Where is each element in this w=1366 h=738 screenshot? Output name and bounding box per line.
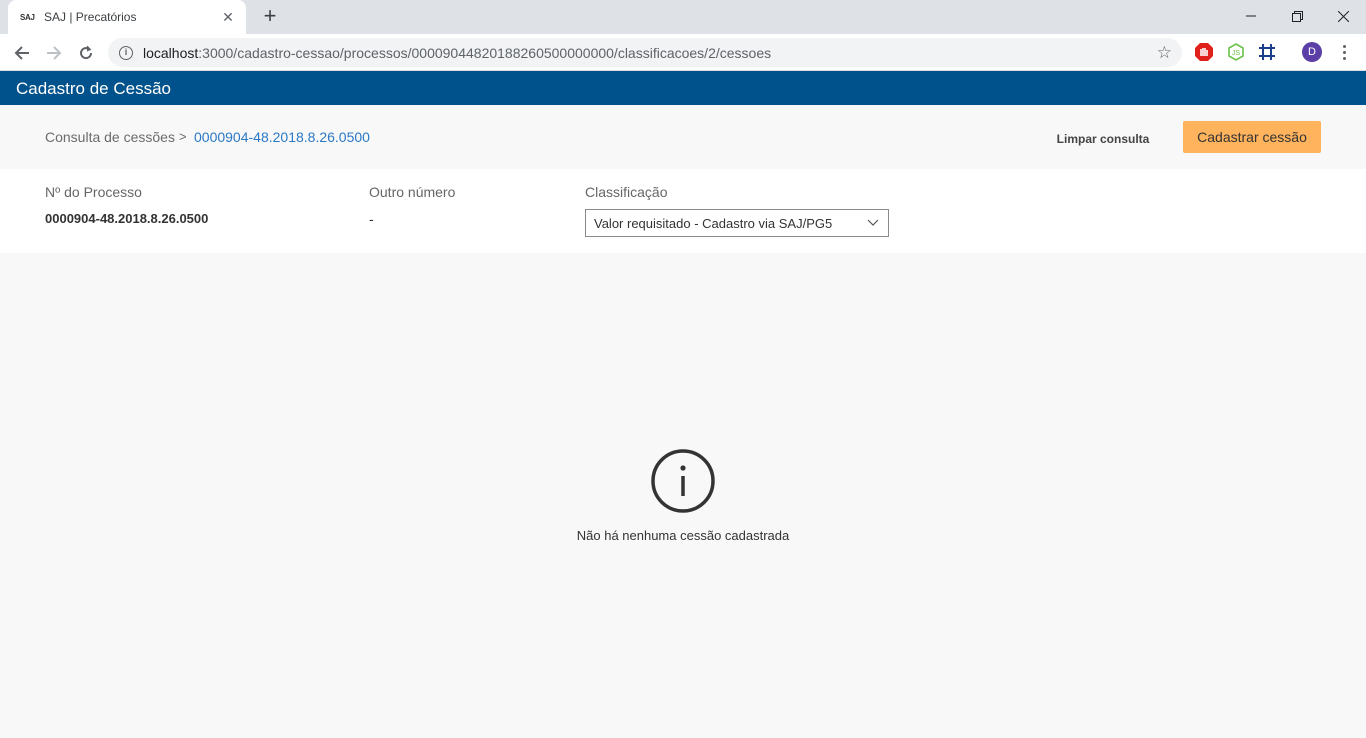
profile-avatar[interactable]: D	[1302, 42, 1322, 62]
tab-title: SAJ | Precatórios	[44, 10, 137, 24]
register-cession-button[interactable]: Cadastrar cessão	[1183, 121, 1321, 153]
tab-favicon: SAJ	[20, 12, 35, 22]
app-title: Cadastro de Cessão	[16, 79, 171, 98]
address-bar[interactable]: i localhost:3000/cadastro-cessao/process…	[108, 38, 1182, 67]
url-text[interactable]: localhost:3000/cadastro-cessao/processos…	[143, 45, 1157, 61]
browser-tab[interactable]: SAJ SAJ | Precatórios ✕	[8, 0, 246, 34]
grid-extension-icon[interactable]	[1257, 42, 1277, 62]
reload-icon[interactable]	[72, 39, 100, 67]
minimize-icon[interactable]	[1228, 0, 1274, 32]
classification-select[interactable]: Valor requisitado - Cadastro via SAJ/PG5	[585, 209, 889, 237]
browser-menu-icon[interactable]	[1336, 42, 1352, 62]
browser-tabstrip: SAJ SAJ | Precatórios ✕ +	[0, 0, 1366, 34]
bookmark-star-icon[interactable]: ☆	[1157, 43, 1172, 63]
close-window-icon[interactable]	[1320, 0, 1366, 32]
chevron-down-icon	[858, 210, 888, 236]
tab-close-icon[interactable]: ✕	[220, 9, 236, 25]
clear-query-button[interactable]: Limpar consulta	[1040, 125, 1166, 153]
other-number-value: -	[369, 211, 374, 227]
classification-selected-value: Valor requisitado - Cadastro via SAJ/PG5	[594, 215, 833, 231]
new-tab-button[interactable]: +	[258, 5, 282, 29]
nodejs-extension-icon[interactable]: JS	[1226, 42, 1246, 62]
classification-label: Classificação	[585, 184, 668, 200]
browser-toolbar: i localhost:3000/cadastro-cessao/process…	[0, 34, 1366, 71]
back-icon[interactable]	[8, 39, 36, 67]
app-header: Cadastro de Cessão	[0, 71, 1366, 105]
restore-icon[interactable]	[1274, 0, 1320, 32]
breadcrumb-root-link[interactable]: Consulta de cessões	[45, 129, 175, 145]
info-circle-icon	[651, 449, 715, 513]
breadcrumb-current-link[interactable]: 0000904-48.2018.8.26.0500	[194, 129, 370, 145]
other-number-label: Outro número	[369, 184, 456, 200]
empty-state-message: Não há nenhuma cessão cadastrada	[576, 528, 790, 543]
empty-state: Não há nenhuma cessão cadastrada	[0, 253, 1366, 738]
svg-text:JS: JS	[1232, 50, 1241, 57]
process-number-label: Nº do Processo	[45, 184, 142, 200]
process-info-panel: Nº do Processo 0000904-48.2018.8.26.0500…	[0, 169, 1366, 253]
breadcrumb-separator: >	[179, 129, 187, 144]
forward-icon[interactable]	[40, 39, 68, 67]
adblock-extension-icon[interactable]	[1194, 42, 1214, 62]
process-number-value: 0000904-48.2018.8.26.0500	[45, 211, 209, 226]
breadcrumb: Consulta de cessões > 0000904-48.2018.8.…	[0, 105, 1366, 169]
site-info-icon[interactable]: i	[119, 45, 133, 60]
